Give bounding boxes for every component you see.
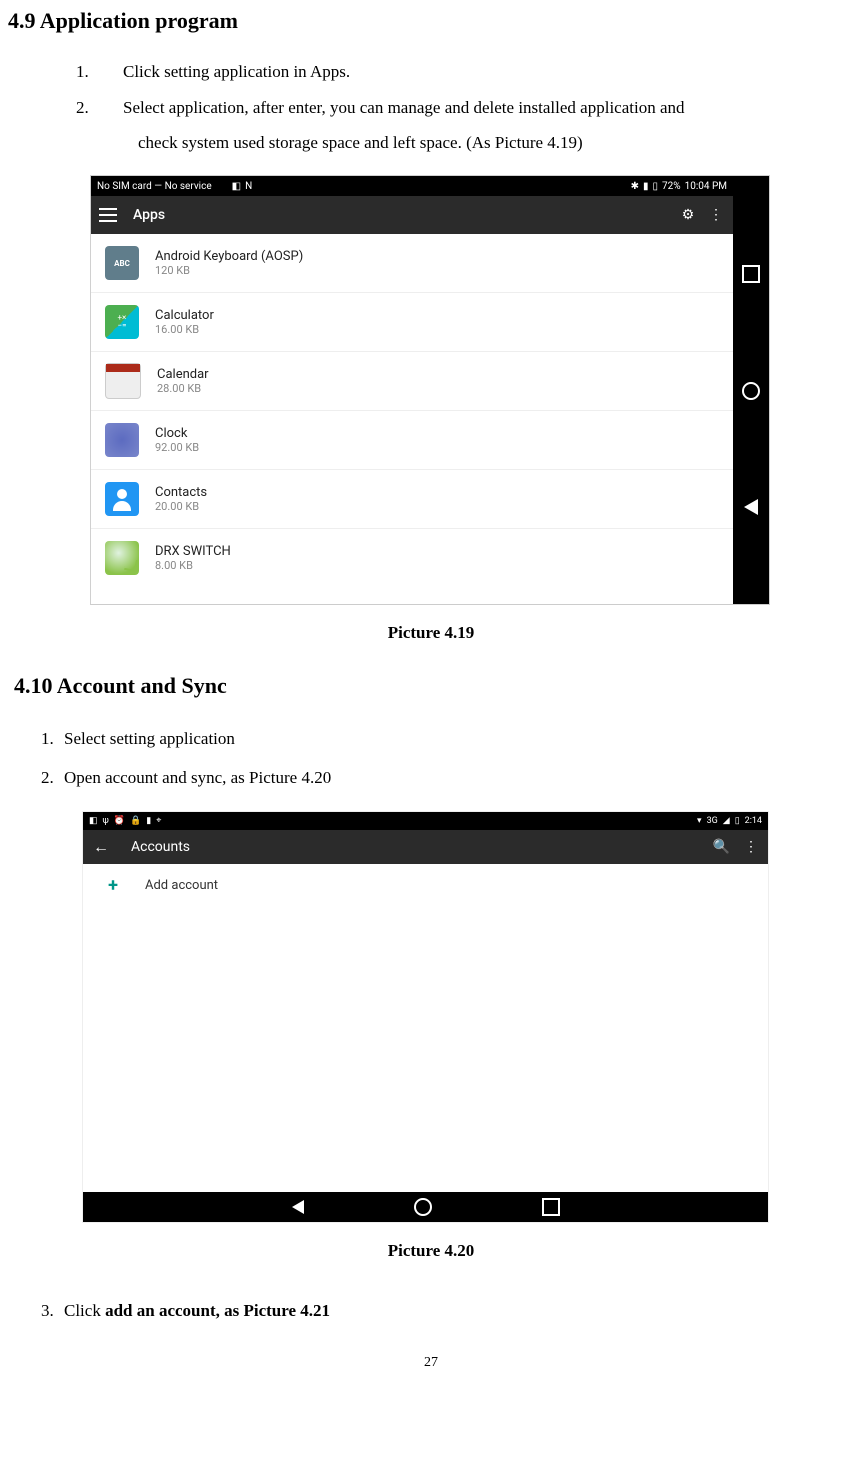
appbar-title: Accounts	[131, 839, 713, 855]
nav-home-icon[interactable]	[742, 382, 760, 400]
app-row[interactable]: Clock 92.00 KB	[91, 411, 733, 470]
battery-icon: ▯	[735, 816, 740, 826]
app-icon-calculator	[105, 305, 139, 339]
page-number: 27	[8, 1355, 854, 1371]
list-item: Select application, after enter, you can…	[93, 90, 854, 161]
add-account-label: Add account	[145, 878, 218, 893]
nav-back-icon[interactable]	[744, 499, 758, 515]
app-row[interactable]: Contacts 20.00 KB	[91, 470, 733, 529]
nav-back-icon[interactable]	[292, 1200, 304, 1214]
hamburger-icon[interactable]	[99, 208, 117, 222]
app-icon-calendar	[105, 363, 141, 399]
app-bar: Apps ⚙ ⋮	[91, 196, 733, 234]
section-49-steps: Click setting application in Apps. Selec…	[8, 54, 854, 161]
figure-caption-419: Picture 4.19	[8, 623, 854, 643]
step3-prefix: Click	[64, 1301, 105, 1320]
section-49-heading: 4.9 Application program	[8, 8, 854, 34]
list-item: Click add an account, as Picture 4.21	[58, 1291, 854, 1330]
status-bar: No SIM card — No service ◧ N ✱ ▮ ▯ 72% 1…	[91, 176, 733, 196]
app-size: 20.00 KB	[155, 500, 207, 513]
app-row[interactable]: Calendar 28.00 KB	[91, 352, 733, 411]
section-410-heading: 4.10 Account and Sync	[14, 673, 854, 699]
section-410-steps: Select setting application Open account …	[8, 719, 854, 797]
app-icon-clock	[105, 423, 139, 457]
app-size: 16.00 KB	[155, 323, 214, 336]
signal-icon: ◢	[723, 816, 730, 826]
status-bar: ◧ ψ ⏰ 🔒 ▮ ⌖ ▾ 3G ◢ ▯ 2:14	[83, 812, 768, 830]
plus-icon: +	[101, 875, 125, 896]
list-item: Open account and sync, as Picture 4.20	[58, 758, 854, 797]
nav-recent-icon[interactable]	[742, 265, 760, 283]
app-icon-contacts	[105, 482, 139, 516]
gear-icon[interactable]: ⚙	[679, 207, 697, 223]
app-name: Calculator	[155, 308, 214, 324]
overflow-icon[interactable]: ⋮	[744, 839, 758, 855]
status-time: 10:04 PM	[685, 181, 727, 192]
debug-icon: ⌖	[156, 816, 161, 826]
status-icon: ◧	[89, 816, 98, 826]
status-icon: ▮	[146, 816, 151, 826]
app-size: 8.00 KB	[155, 559, 231, 572]
screenshot-apps: No SIM card — No service ◧ N ✱ ▮ ▯ 72% 1…	[90, 175, 770, 605]
app-icon-drx	[105, 541, 139, 575]
signal-icon: ▮	[643, 181, 649, 192]
screenshot-accounts: ◧ ψ ⏰ 🔒 ▮ ⌖ ▾ 3G ◢ ▯ 2:14 ← Accounts 🔍 ⋮…	[82, 811, 769, 1223]
app-name: Android Keyboard (AOSP)	[155, 249, 303, 265]
search-icon[interactable]: 🔍	[713, 839, 730, 855]
battery-text: 72%	[662, 181, 681, 192]
status-icon: ⏰	[114, 816, 125, 826]
list-item: Select setting application	[58, 719, 854, 758]
status-icon: ◧	[232, 181, 241, 192]
app-bar: ← Accounts 🔍 ⋮	[83, 830, 768, 864]
step-text-cont: check system used storage space and left…	[138, 125, 854, 161]
app-row[interactable]: Android Keyboard (AOSP) 120 KB	[91, 234, 733, 293]
lock-icon: 🔒	[130, 816, 141, 826]
nav-recent-icon[interactable]	[542, 1198, 560, 1216]
app-row[interactable]: DRX SWITCH 8.00 KB	[91, 529, 733, 587]
apps-list: Android Keyboard (AOSP) 120 KB Calculato…	[91, 234, 733, 587]
step3-bold: add an account, as Picture 4.21	[105, 1301, 330, 1320]
status-icon: N	[245, 181, 252, 192]
add-account-row[interactable]: + Add account	[83, 864, 768, 906]
nav-bar-right	[733, 176, 769, 604]
battery-icon: ▯	[652, 181, 658, 192]
nav-home-icon[interactable]	[414, 1198, 432, 1216]
app-name: Clock	[155, 426, 199, 442]
section-410-step3: Click add an account, as Picture 4.21	[8, 1291, 854, 1330]
appbar-title: Apps	[133, 207, 669, 223]
bluetooth-icon: ✱	[631, 181, 639, 192]
app-name: DRX SWITCH	[155, 544, 231, 560]
step-text: Select application, after enter, you can…	[123, 98, 685, 117]
nav-bar-bottom	[83, 1192, 768, 1222]
usb-icon: ψ	[103, 816, 109, 826]
app-row[interactable]: Calculator 16.00 KB	[91, 293, 733, 352]
figure-caption-420: Picture 4.20	[8, 1241, 854, 1261]
app-size: 28.00 KB	[157, 382, 209, 395]
app-size: 92.00 KB	[155, 441, 199, 454]
app-icon-keyboard	[105, 246, 139, 280]
app-name: Calendar	[157, 367, 209, 383]
app-size: 120 KB	[155, 264, 303, 277]
list-item: Click setting application in Apps.	[93, 54, 854, 90]
signal-label: 3G	[707, 816, 718, 826]
wifi-icon: ▾	[697, 816, 702, 826]
back-icon[interactable]: ←	[93, 837, 109, 857]
app-name: Contacts	[155, 485, 207, 501]
overflow-icon[interactable]: ⋮	[707, 207, 725, 223]
status-sim: No SIM card — No service	[97, 181, 212, 192]
status-time: 2:14	[745, 816, 762, 826]
